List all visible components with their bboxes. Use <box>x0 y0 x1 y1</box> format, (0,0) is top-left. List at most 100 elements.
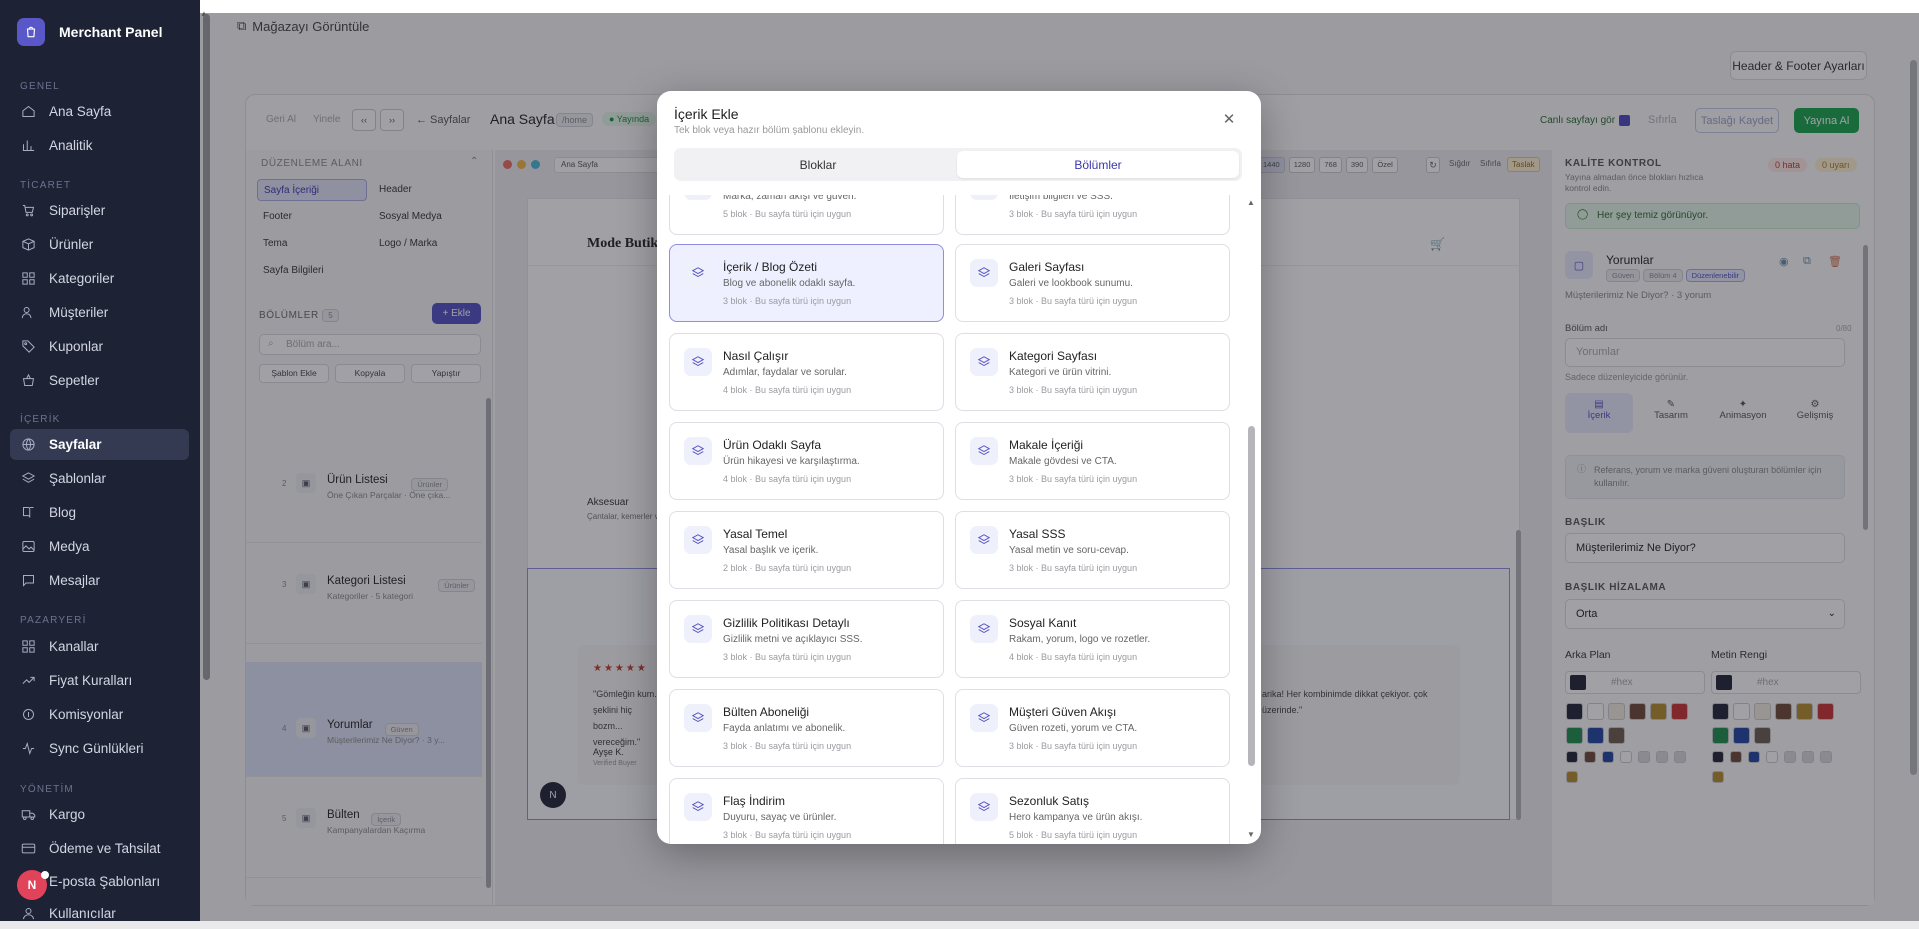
sidebar-item-sipari-ler[interactable]: Siparişler <box>10 195 189 226</box>
section-template-tile[interactable]: Sezonluk Satış Hero kampanya ve ürün akış… <box>955 778 1230 844</box>
users-icon <box>20 305 36 321</box>
tile-desc: Makale gövdesi ve CTA. <box>1009 456 1117 467</box>
sidebar-item-label: Sync Günlükleri <box>49 741 144 756</box>
tab-sections[interactable]: Bölümler <box>957 151 1239 178</box>
tile-desc: Adımlar, faydalar ve sorular. <box>723 367 847 378</box>
sidebar-item--ablonlar[interactable]: Şablonlar <box>10 463 189 494</box>
sidebar-item-sepetler[interactable]: Sepetler <box>10 365 189 396</box>
section-template-tile[interactable]: İletişim bilgileri ve SSS. 3 blok · Bu sa… <box>955 195 1230 235</box>
sidebar-item-sayfalar[interactable]: Sayfalar <box>10 429 189 460</box>
section-template-tile[interactable]: Müşteri Güven Akışı Güven rozeti, yorum v… <box>955 689 1230 767</box>
sidebar-item-mesajlar[interactable]: Mesajlar <box>10 565 189 596</box>
scroll-up-icon[interactable]: ▲ <box>1247 198 1255 207</box>
scroll-down-icon[interactable]: ▼ <box>1247 830 1255 839</box>
sidebar-item-kuponlar[interactable]: Kuponlar <box>10 331 189 362</box>
layers-icon <box>970 615 998 643</box>
add-content-modal: İçerik Ekle Tek blok veya hazır bölüm şa… <box>657 91 1261 844</box>
sidebar-item-blog[interactable]: Blog <box>10 497 189 528</box>
sidebar-item-label: Kanallar <box>49 639 99 654</box>
section-template-list: Marka, zaman akışı ve güven. 5 blok · Bu … <box>669 195 1241 844</box>
card-icon <box>20 841 36 857</box>
tile-title: Bülten Aboneliği <box>723 705 810 719</box>
notification-dot <box>41 871 49 879</box>
tab-blocks[interactable]: Bloklar <box>677 151 959 178</box>
tile-desc: İletişim bilgileri ve SSS. <box>1009 195 1113 202</box>
tile-meta: 3 blok · Bu sayfa türü için uygun <box>1009 296 1138 306</box>
modal-title: İçerik Ekle <box>674 106 739 122</box>
section-template-tile[interactable]: Nasıl Çalışır Adımlar, faydalar ve sorula… <box>669 333 944 411</box>
tile-meta: 3 blok · Bu sayfa türü için uygun <box>723 652 852 662</box>
brand[interactable]: Merchant Panel <box>17 18 162 46</box>
tile-title: Sosyal Kanıt <box>1009 616 1077 630</box>
coins-icon <box>20 707 36 723</box>
sidebar-item-analitik[interactable]: Analitik <box>10 130 189 161</box>
section-template-tile[interactable]: Ürün Odaklı Sayfa Ürün hikayesi ve karşıl… <box>669 422 944 500</box>
tile-title: Nasıl Çalışır <box>723 349 789 363</box>
chart-icon <box>20 138 36 154</box>
home-icon <box>20 104 36 120</box>
tile-meta: 3 blok · Bu sayfa türü için uygun <box>1009 741 1138 751</box>
message-icon <box>20 573 36 589</box>
close-icon[interactable]: ✕ <box>1222 112 1236 127</box>
layers-icon <box>684 437 712 465</box>
layers-icon <box>970 437 998 465</box>
tile-meta: 4 blok · Bu sayfa türü için uygun <box>723 385 852 395</box>
sidebar-item-medya[interactable]: Medya <box>10 531 189 562</box>
tile-desc: Yasal başlık ve içerik. <box>723 545 819 556</box>
layers-icon <box>684 793 712 821</box>
layers-icon <box>684 704 712 732</box>
box-icon <box>20 237 36 253</box>
store-logo-icon <box>17 18 45 46</box>
sidebar-item-komisyonlar[interactable]: Komisyonlar <box>10 699 189 730</box>
tile-meta: 2 blok · Bu sayfa türü için uygun <box>723 563 852 573</box>
tile-title: Ürün Odaklı Sayfa <box>723 438 822 452</box>
sidebar-item-ana-sayfa[interactable]: Ana Sayfa <box>10 96 189 127</box>
section-template-tile[interactable]: Yasal SSS Yasal metin ve soru-cevap. 3 blo… <box>955 511 1230 589</box>
section-template-tile[interactable]: İçerik / Blog Özeti Blog ve abonelik odak… <box>669 244 944 322</box>
image-icon <box>20 539 36 555</box>
section-template-tile[interactable]: Bülten Aboneliği Fayda anlatımı ve abonel… <box>669 689 944 767</box>
layers-icon <box>970 793 998 821</box>
sidebar-item-label: Şablonlar <box>49 471 107 486</box>
sidebar-item-kanallar[interactable]: Kanallar <box>10 631 189 662</box>
sidebar-item-fiyat-kurallar-[interactable]: Fiyat Kuralları <box>10 665 189 696</box>
modal-scrollbar[interactable] <box>1248 426 1255 766</box>
tile-desc: Galeri ve lookbook sunumu. <box>1009 278 1133 289</box>
section-template-tile[interactable]: Flaş İndirim Duyuru, sayaç ve ürünler. 3 b… <box>669 778 944 844</box>
section-template-tile[interactable]: Gizlilik Politikası Detaylı Gizlilik metn… <box>669 600 944 678</box>
tile-desc: Duyuru, sayaç ve ürünler. <box>723 812 837 823</box>
sidebar-item-m-teriler[interactable]: Müşteriler <box>10 297 189 328</box>
tile-desc: Ürün hikayesi ve karşılaştırma. <box>723 456 860 467</box>
grid-icon <box>20 271 36 287</box>
sidebar-section-heading: İÇERİK <box>20 414 61 425</box>
sidebar-item-kargo[interactable]: Kargo <box>10 799 189 830</box>
sidebar-item--deme-ve-tahsilat[interactable]: Ödeme ve Tahsilat <box>10 833 189 864</box>
section-template-tile[interactable]: Yasal Temel Yasal başlık ve içerik. 2 blok… <box>669 511 944 589</box>
section-template-tile[interactable]: Sosyal Kanıt Rakam, yorum, logo ve rozetl… <box>955 600 1230 678</box>
sidebar-item-label: Fiyat Kuralları <box>49 673 133 688</box>
globe-icon <box>20 437 36 453</box>
sidebar-item-label: Ana Sayfa <box>49 104 112 119</box>
sidebar-item-label: E-posta Şablonları <box>49 874 161 889</box>
tile-title: Müşteri Güven Akışı <box>1009 705 1117 719</box>
sidebar-item-kullan-c-lar[interactable]: Kullanıcılar <box>10 898 189 929</box>
book-icon <box>20 505 36 521</box>
tile-desc: Rakam, yorum, logo ve rozetler. <box>1009 634 1151 645</box>
tile-title: Yasal SSS <box>1009 527 1066 541</box>
section-template-tile[interactable]: Marka, zaman akışı ve güven. 5 blok · Bu … <box>669 195 944 235</box>
section-template-tile[interactable]: Galeri Sayfası Galeri ve lookbook sunumu.… <box>955 244 1230 322</box>
tile-desc: Güven rozeti, yorum ve CTA. <box>1009 723 1138 734</box>
sidebar-item--r-nler[interactable]: Ürünler <box>10 229 189 260</box>
section-template-tile[interactable]: Kategori Sayfası Kategori ve ürün vitrini… <box>955 333 1230 411</box>
modal-subtitle: Tek blok veya hazır bölüm şablonu ekleyi… <box>674 125 865 136</box>
layers-icon <box>970 348 998 376</box>
layers-icon <box>970 195 998 200</box>
tile-title: İçerik / Blog Özeti <box>723 260 818 274</box>
tile-meta: 5 blok · Bu sayfa türü için uygun <box>1009 830 1138 840</box>
sidebar-item-kategoriler[interactable]: Kategoriler <box>10 263 189 294</box>
section-template-tile[interactable]: Makale İçeriği Makale gövdesi ve CTA. 3 bl… <box>955 422 1230 500</box>
sidebar-section-heading: PAZARYERİ <box>20 615 87 626</box>
tile-meta: 3 blok · Bu sayfa türü için uygun <box>1009 209 1138 219</box>
sidebar-item-sync-g-nl-kleri[interactable]: Sync Günlükleri <box>10 733 189 764</box>
tile-desc: Kategori ve ürün vitrini. <box>1009 367 1112 378</box>
